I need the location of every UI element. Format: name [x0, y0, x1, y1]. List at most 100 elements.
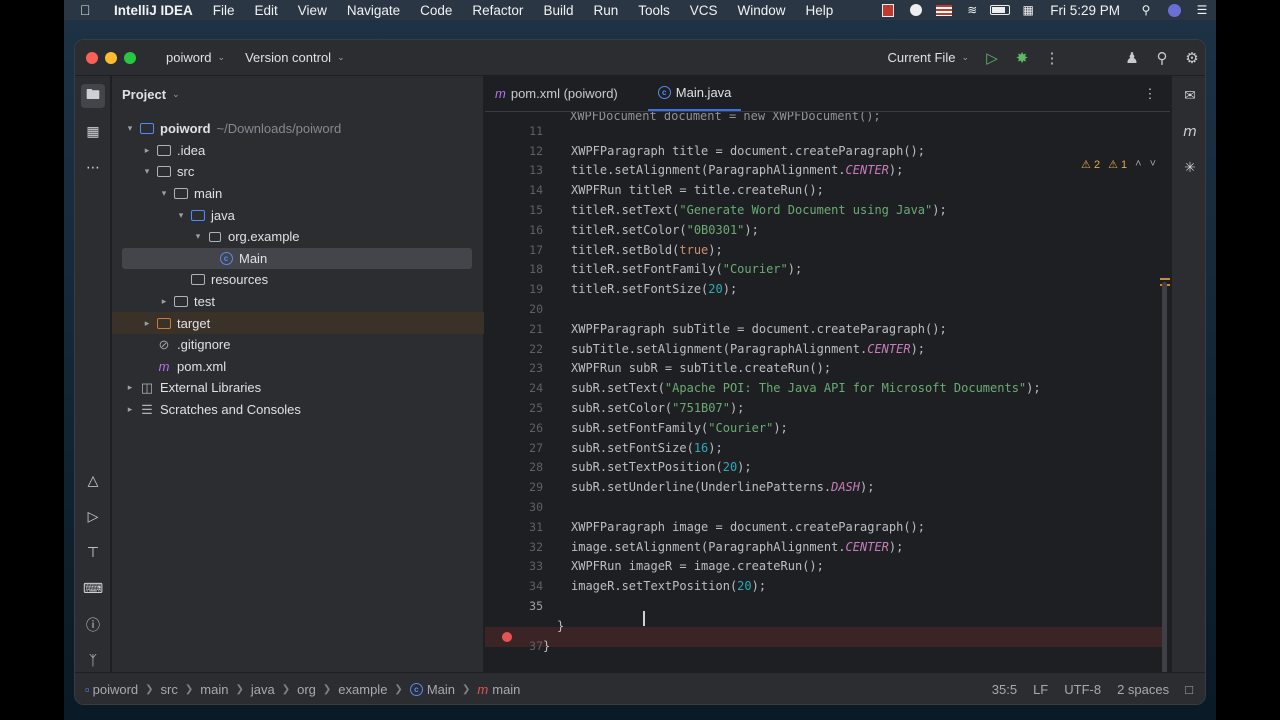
tabs-more-icon[interactable]: ⋮ — [1130, 76, 1170, 111]
menu-help[interactable]: Help — [796, 3, 844, 18]
zoom-window-button[interactable] — [124, 51, 136, 64]
tab-main-java[interactable]: c Main.java — [647, 76, 742, 111]
ai-assistant-icon[interactable]: ✳ — [1178, 156, 1202, 180]
menu-build[interactable]: Build — [533, 3, 583, 18]
lock-icon[interactable]: □ — [1185, 682, 1193, 697]
tree-item-target[interactable]: ▸ target — [112, 312, 484, 334]
vcs-widget[interactable]: Version control ⌄ — [237, 50, 353, 65]
run-config-selector[interactable]: Current File ⌄ — [880, 50, 977, 65]
code-editor[interactable]: XWPFDocument document = new XWPFDocument… — [485, 112, 1170, 672]
close-window-button[interactable] — [86, 51, 98, 64]
breadcrumb-item[interactable]: main — [492, 682, 520, 697]
tree-item-org-example[interactable]: ▾ org.example — [112, 226, 484, 248]
vcs-widget-label: Version control — [245, 50, 332, 65]
menu-run[interactable]: Run — [583, 3, 628, 18]
caret-position[interactable]: 35:5 — [992, 682, 1017, 697]
tree-item-poiword[interactable]: ▾ poiword ~/Downloads/poiword — [112, 118, 484, 140]
tree-item-pom[interactable]: m pom.xml — [112, 356, 484, 378]
search-everywhere-icon[interactable]: ⚲ — [1147, 44, 1177, 72]
file-encoding[interactable]: UTF-8 — [1064, 682, 1101, 697]
chevron-down-icon[interactable]: ▾ — [173, 210, 189, 221]
tree-item-java[interactable]: ▾ java — [112, 204, 484, 226]
code-line: XWPFParagraph subTitle = document.create… — [571, 321, 947, 336]
maven-tool-icon[interactable]: m — [1178, 120, 1202, 144]
breadcrumb-item[interactable]: poiword — [93, 682, 139, 697]
code-line: subR.setColor("751B07"); — [571, 401, 745, 415]
chevron-right-icon[interactable]: ▸ — [139, 318, 155, 329]
search-icon[interactable]: ⚲ — [1135, 3, 1157, 17]
status-bar: ▫ poiword ❯ src ❯ main ❯ java ❯ org ❯ ex… — [75, 672, 1205, 704]
menu-edit[interactable]: Edit — [245, 3, 288, 18]
minimize-window-button[interactable] — [105, 51, 117, 64]
breadcrumb-item[interactable]: Main — [427, 682, 455, 697]
project-folder-icon[interactable]: 🖿 — [81, 84, 105, 108]
menubar-clock[interactable]: Fri 5:29 PM — [1042, 3, 1132, 18]
tree-item-main[interactable]: ▾ main — [112, 183, 484, 205]
chevron-right-icon[interactable]: ▸ — [139, 145, 155, 156]
lastpass-icon[interactable] — [905, 3, 927, 17]
menu-app-name[interactable]: IntelliJ IDEA — [102, 3, 203, 18]
debug-icon[interactable]: ✸ — [1007, 44, 1037, 72]
chevron-down-icon[interactable]: ▾ — [156, 188, 172, 199]
wifi-icon[interactable]: ≋ — [961, 3, 983, 17]
line-separator[interactable]: LF — [1033, 682, 1048, 697]
more-tools-icon[interactable]: ⋯ — [81, 156, 105, 180]
record-icon[interactable] — [877, 3, 899, 17]
breadcrumb-item[interactable]: example — [338, 682, 387, 697]
tab-pom-xml[interactable]: m pom.xml (poiword) — [485, 76, 628, 111]
chevron-right-icon[interactable]: ▸ — [122, 404, 138, 415]
git-icon[interactable]: ᛉ — [81, 649, 105, 673]
tree-item-main-class[interactable]: c Main — [122, 247, 472, 270]
menu-code[interactable]: Code — [410, 3, 462, 18]
apple-icon[interactable]:  — [80, 2, 102, 18]
structure-icon[interactable]: ▦ — [81, 120, 105, 144]
chevron-down-icon[interactable]: ▾ — [190, 231, 206, 242]
flag-icon[interactable] — [933, 3, 955, 17]
breadcrumb-item[interactable]: java — [251, 682, 275, 697]
more-actions-icon[interactable]: ⋮ — [1037, 44, 1067, 72]
chevron-down-icon: ⌄ — [217, 52, 226, 62]
menu-navigate[interactable]: Navigate — [337, 3, 410, 18]
chevron-down-icon[interactable]: ▾ — [122, 123, 138, 134]
tree-item-scratches[interactable]: ▸ ☰ Scratches and Consoles — [112, 399, 484, 421]
terminal-icon[interactable]: ⌨ — [81, 577, 105, 601]
tree-item-external-libraries[interactable]: ▸ ◫ External Libraries — [112, 377, 484, 399]
project-switcher[interactable]: poiword ⌄ — [158, 50, 233, 65]
chevron-right-icon[interactable]: ▸ — [122, 382, 138, 393]
tree-item-resources[interactable]: resources — [112, 269, 484, 291]
battery-icon[interactable] — [989, 3, 1011, 17]
status-bar-widgets: 35:5 LF UTF-8 2 spaces □ — [992, 682, 1205, 697]
control-center-icon[interactable]: ▦ — [1017, 3, 1039, 17]
menu-view[interactable]: View — [288, 3, 337, 18]
run-tool-icon[interactable]: ▷ — [81, 505, 105, 529]
build-hammer-icon[interactable]: ⊤ — [81, 541, 105, 565]
problems-icon[interactable]: ⓘ — [81, 613, 105, 637]
notifications-bell-icon[interactable]: ✉ — [1178, 84, 1202, 108]
menu-window[interactable]: Window — [728, 3, 796, 18]
services-icon[interactable]: △ — [81, 469, 105, 493]
tree-item-src[interactable]: ▾ src — [112, 161, 484, 183]
run-config-label: Current File — [887, 50, 956, 65]
project-panel-header[interactable]: Project ⌄ — [112, 76, 483, 112]
chevron-down-icon[interactable]: ▾ — [139, 166, 155, 177]
menu-extra-icon[interactable]: ☰ — [1191, 3, 1213, 17]
run-icon[interactable]: ▷ — [977, 44, 1007, 72]
breadcrumb-item[interactable]: src — [161, 682, 178, 697]
code-line: titleR.setColor("0B0301"); — [571, 222, 759, 237]
tree-item-test[interactable]: ▸ test — [112, 291, 484, 313]
breadcrumb-item[interactable]: main — [200, 682, 228, 697]
tree-item-gitignore[interactable]: ⊘ .gitignore — [112, 334, 484, 356]
chevron-right-icon[interactable]: ▸ — [156, 296, 172, 307]
tree-item-label: main — [194, 186, 223, 202]
menu-file[interactable]: File — [203, 3, 245, 18]
menu-vcs[interactable]: VCS — [680, 3, 728, 18]
vertical-scrollbar[interactable] — [1162, 282, 1167, 672]
indent-setting[interactable]: 2 spaces — [1117, 682, 1169, 697]
menu-refactor[interactable]: Refactor — [462, 3, 533, 18]
breadcrumb-item[interactable]: org — [297, 682, 316, 697]
menu-tools[interactable]: Tools — [628, 3, 680, 18]
settings-gear-icon[interactable]: ⚙ — [1177, 44, 1205, 72]
tree-item-idea[interactable]: ▸ .idea — [112, 140, 484, 162]
user-icon[interactable] — [1163, 3, 1185, 17]
add-user-icon[interactable]: ♟ — [1117, 44, 1147, 72]
